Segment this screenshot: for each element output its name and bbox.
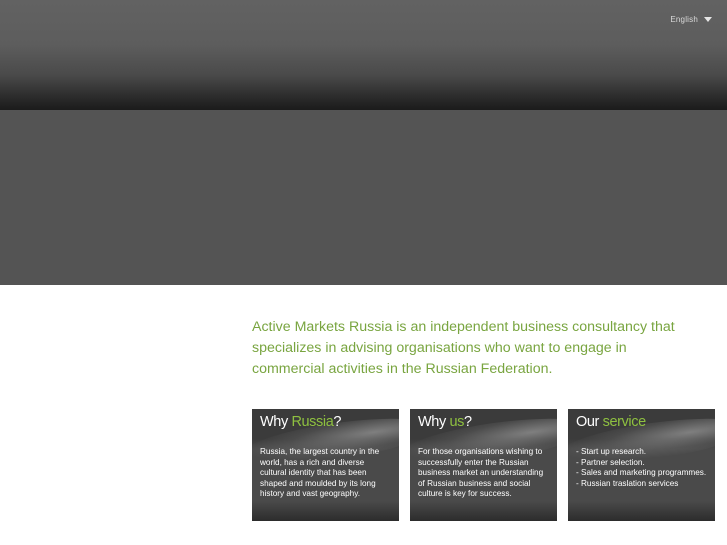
language-selector[interactable]: English: [670, 15, 712, 24]
card-why-us[interactable]: Why us? For those organisations wishing …: [410, 409, 557, 521]
card-title-prefix: Our: [576, 414, 603, 430]
card-body: Russia, the largest country in the world…: [260, 447, 380, 499]
card-body: - Start up research. - Partner selection…: [568, 440, 715, 489]
intro-text: Active Markets Russia is an independent …: [252, 319, 675, 377]
hero-banner: [0, 110, 727, 285]
card-title-prefix: Why: [418, 414, 450, 430]
language-label: English: [670, 15, 698, 24]
top-header: English: [0, 0, 727, 110]
card-title-suffix: ?: [463, 414, 472, 430]
card-title: Why Russia?: [252, 409, 399, 440]
card-why-russia[interactable]: Why Russia? Russia, the largest country …: [252, 409, 399, 521]
service-list-item: - Sales and marketing programmes.: [576, 468, 707, 478]
chevron-down-icon: [704, 17, 712, 22]
card-title-suffix: ?: [333, 414, 342, 430]
card-title-prefix: Why: [260, 414, 292, 430]
page: English Active Markets Russia is an inde…: [0, 0, 727, 545]
service-list-item: - Russian traslation services: [576, 478, 679, 488]
service-list-item: - Start up research.: [576, 447, 647, 456]
card-title-accent: us: [449, 414, 464, 430]
card-title-accent: service: [602, 414, 647, 430]
service-list-item: - Partner selection.: [576, 457, 645, 467]
card-title: Our service: [568, 409, 715, 440]
card-title-accent: Russia: [291, 414, 334, 430]
card-title: Why us?: [410, 409, 557, 440]
card-body: For those organisations wishing to succe…: [418, 447, 544, 499]
card-our-service[interactable]: Our service - Start up research. - Partn…: [568, 409, 715, 521]
info-cards: Why Russia? Russia, the largest country …: [252, 409, 715, 521]
